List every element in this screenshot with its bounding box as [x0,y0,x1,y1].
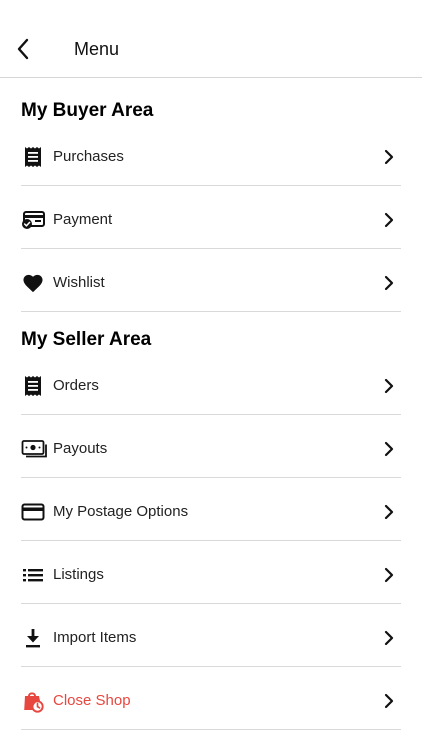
chevron-right-icon [384,212,394,228]
menu-item-purchases[interactable]: Purchases [21,123,401,186]
menu-item-listings[interactable]: Listings [21,541,401,604]
download-icon [21,626,45,650]
heart-icon [21,271,45,295]
menu-item-label: Import Items [53,629,137,646]
chevron-left-icon [17,38,29,60]
menu-item-postage-options[interactable]: My Postage Options [21,478,401,541]
menu-item-close-shop[interactable]: Close Shop [21,667,401,730]
chevron-right-icon [384,693,394,709]
chevron-right-icon [384,275,394,291]
chevron-right-icon [384,378,394,394]
menu-item-label: Purchases [53,148,124,165]
credit-card-icon [21,500,45,524]
menu-item-label: Wishlist [53,274,105,291]
menu-item-label: My Postage Options [53,503,189,520]
menu-item-label: Payouts [53,440,108,457]
menu-item-orders[interactable]: Orders [21,352,401,415]
menu-item-payment[interactable]: Payment [21,186,401,249]
receipt-icon [21,145,45,169]
menu-item-label: Orders [53,377,99,394]
menu-item-payouts[interactable]: Payouts [21,415,401,478]
top-app-bar: Menu [0,0,422,78]
menu-item-label: Payment [53,211,113,228]
section-title-buyer: My Buyer Area [21,100,154,121]
chevron-right-icon [384,567,394,583]
page-title: Menu [74,39,120,59]
section-title-seller: My Seller Area [21,329,152,350]
shop-closed-icon [21,689,45,713]
card-check-icon [21,208,45,232]
menu-item-label: Listings [53,566,104,583]
menu-item-wishlist[interactable]: Wishlist [21,249,401,312]
receipt-icon [21,374,45,398]
chevron-right-icon [384,441,394,457]
chevron-right-icon [384,149,394,165]
chevron-right-icon [384,630,394,646]
chevron-right-icon [384,504,394,520]
list-icon [21,563,45,587]
cash-icon [21,437,49,461]
menu-item-import-items[interactable]: Import Items [21,604,401,667]
menu-item-label: Close Shop [53,692,131,709]
back-button[interactable] [10,34,36,64]
